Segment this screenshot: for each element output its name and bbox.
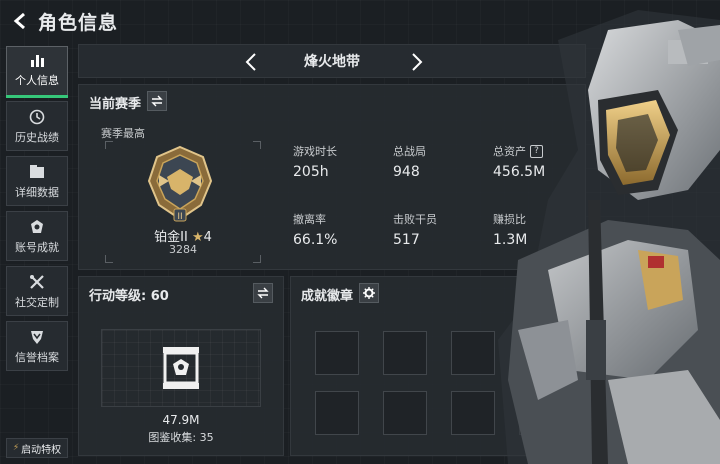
swap-icon [257, 284, 269, 303]
svg-text:II: II [177, 212, 182, 222]
data-folder-icon [28, 163, 46, 181]
badge-settings-button[interactable] [359, 283, 379, 303]
sidebar-item-label: 信誉档案 [15, 350, 59, 364]
sidebar-item-label: 账号成就 [15, 240, 59, 254]
stat-value: 205h [293, 164, 329, 180]
season-best-label: 赛季最高 [101, 127, 145, 140]
collection-case-icon [163, 347, 199, 389]
action-level-switch-button[interactable] [253, 283, 273, 303]
stat-play-time: 游戏时长 205h [293, 143, 337, 180]
sidebar-item-social[interactable]: 社交定制 [6, 266, 68, 316]
stat-operators-defeated: 击败干员 517 [393, 211, 437, 248]
badge-slot[interactable] [315, 331, 359, 375]
start-privilege-button[interactable]: ⚡ 启动特权 [6, 438, 68, 458]
season-switch-button[interactable] [147, 91, 167, 111]
lightning-icon: ⚡ [12, 443, 20, 453]
gear-icon [363, 284, 375, 303]
stat-label: 总战局 [393, 145, 426, 158]
stat-value: 948 [393, 164, 420, 180]
stat-value: 66.1% [293, 232, 338, 248]
sidebar-item-label: 社交定制 [15, 295, 59, 309]
shield-icon [28, 328, 46, 346]
sidebar-item-detailed-data[interactable]: 详细数据 [6, 156, 68, 206]
swap-icon [151, 92, 163, 111]
character-operator-art [498, 10, 720, 464]
sidebar-item-personal-info[interactable]: 个人信息 [6, 46, 68, 96]
sidebar-item-label: 历史战绩 [15, 130, 59, 144]
season-title: 当前赛季 [89, 97, 142, 112]
stat-total-matches: 总战局 948 [393, 143, 426, 180]
achievements-title: 成就徽章 [301, 289, 354, 304]
bar-chart-icon [28, 51, 46, 69]
achievement-icon [28, 218, 46, 236]
next-map-arrow-icon[interactable] [405, 49, 429, 75]
stat-label: 击败干员 [393, 213, 437, 226]
stat-value: 517 [393, 232, 420, 248]
badge-slot[interactable] [383, 391, 427, 435]
page-title: 角色信息 [38, 11, 119, 34]
collection-value: 47.9M [162, 413, 200, 427]
tools-icon [28, 273, 46, 291]
stat-extraction-rate: 撤离率 66.1% [293, 211, 337, 248]
back-arrow-icon[interactable] [8, 8, 34, 34]
platinum-rank-emblem-icon: II [147, 145, 213, 222]
action-level-panel: 行动等级: 60 47.9M 图鉴收集: 35 [78, 276, 284, 456]
badge-slot[interactable] [315, 391, 359, 435]
sidebar: 个人信息 历史战绩 详细数据 账号成就 社交定制 信誉档案 [6, 46, 70, 376]
rank-score: 3284 [169, 243, 197, 256]
action-level-title: 行动等级: 60 [89, 289, 169, 304]
previous-map-arrow-icon[interactable] [239, 49, 263, 75]
sidebar-item-reputation[interactable]: 信誉档案 [6, 321, 68, 371]
history-icon [28, 108, 46, 126]
badge-slot[interactable] [383, 331, 427, 375]
start-privilege-label: 启动特权 [21, 444, 62, 456]
sidebar-item-label: 详细数据 [15, 185, 59, 199]
collection-count: 图鉴收集: 35 [148, 431, 214, 444]
stat-label: 撤离率 [293, 213, 326, 226]
map-name: 烽火地带 [304, 54, 360, 70]
sidebar-item-achievements[interactable]: 账号成就 [6, 211, 68, 261]
sidebar-item-history[interactable]: 历史战绩 [6, 101, 68, 151]
rank-display: II 铂金II ★4 3284 [105, 141, 261, 263]
sidebar-item-label: 个人信息 [15, 74, 59, 87]
stat-label: 游戏时长 [293, 145, 337, 158]
